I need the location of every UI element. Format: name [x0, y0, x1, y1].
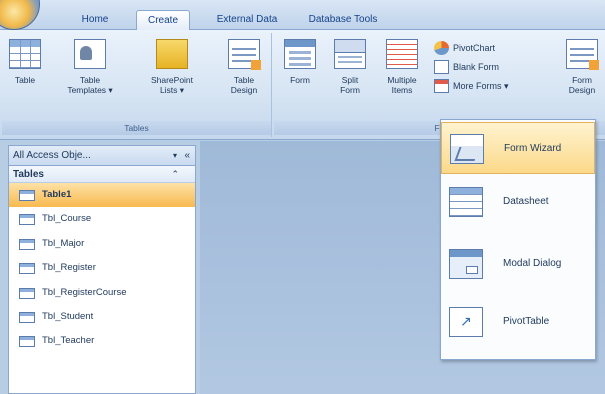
- pivottable-icon: [449, 307, 483, 337]
- split-form-label-2: Form: [340, 85, 360, 95]
- table-icon: [19, 238, 35, 250]
- tab-external-data[interactable]: External Data: [212, 10, 282, 30]
- nav-item-table1[interactable]: Table1: [9, 183, 195, 208]
- nav-item-tbl-student[interactable]: Tbl_Student: [9, 305, 195, 329]
- table-templates-label-1: Table: [79, 75, 101, 85]
- nav-item-label: Tbl_Student: [42, 310, 94, 322]
- table-icon: [19, 336, 35, 348]
- blank-form-button[interactable]: Blank Form: [434, 58, 499, 76]
- nav-item-label: Table1: [42, 189, 72, 200]
- form-button[interactable]: Form: [280, 39, 320, 85]
- nav-pane-header[interactable]: All Access Obje... ▾ «: [9, 146, 195, 166]
- nav-item-label: Tbl_Course: [42, 213, 92, 225]
- table-design-label-1: Table: [233, 75, 255, 85]
- nav-item-tbl-major[interactable]: Tbl_Major: [9, 232, 195, 256]
- menu-item-label: Datasheet: [503, 196, 549, 207]
- table-templates-button[interactable]: Table Templates ▾: [66, 39, 114, 95]
- nav-item-label: Tbl_Teacher: [42, 335, 95, 347]
- pivotchart-button[interactable]: PivotChart: [434, 39, 495, 57]
- form-design-label-2: Design: [568, 85, 596, 95]
- menu-item-modal-dialog[interactable]: Modal Dialog: [441, 238, 595, 290]
- more-forms-menu: Form Wizard Datasheet Modal Dialog Pivot…: [440, 119, 596, 360]
- form-design-label-1: Form: [572, 75, 592, 85]
- sharepoint-lists-label-2: Lists ▾: [159, 85, 185, 95]
- navigation-pane: All Access Obje... ▾ « Tables ⌃ Table1 T…: [8, 145, 196, 394]
- blank-form-label: Blank Form: [453, 62, 500, 72]
- chevron-up-icon[interactable]: ⌃: [171, 166, 179, 183]
- nav-item-tbl-course[interactable]: Tbl_Course: [9, 207, 195, 231]
- tab-database-tools[interactable]: Database Tools: [300, 10, 386, 30]
- blank-form-icon: [434, 60, 449, 74]
- tables-group: Table Table Templates ▾ SharePoint Lists…: [2, 33, 272, 137]
- menu-item-label: Form Wizard: [504, 143, 562, 154]
- more-forms-label: More Forms ▾: [453, 81, 509, 91]
- sharepoint-lists-label-1: SharePoint: [150, 75, 194, 85]
- nav-item-tbl-teacher[interactable]: Tbl_Teacher: [9, 329, 195, 353]
- table-templates-icon: [74, 39, 106, 69]
- menu-item-form-wizard[interactable]: Form Wizard: [441, 122, 595, 174]
- tables-group-label: Tables: [2, 121, 271, 135]
- form-button-label: Form: [290, 75, 310, 85]
- split-form-button[interactable]: Split Form: [330, 39, 370, 95]
- table-icon: [9, 39, 41, 69]
- sharepoint-lists-icon: [156, 39, 188, 69]
- more-forms-button[interactable]: More Forms ▾: [434, 77, 509, 95]
- menu-item-label: PivotTable: [503, 316, 550, 327]
- ribbon-tab-strip: Home Create External Data Database Tools: [0, 0, 605, 31]
- nav-group-title: Tables: [13, 169, 44, 180]
- table-icon: [19, 287, 35, 299]
- table-icon: [19, 190, 35, 201]
- menu-item-pivottable[interactable]: PivotTable: [441, 296, 595, 348]
- table-design-button[interactable]: Table Design: [224, 39, 264, 95]
- tab-create[interactable]: Create: [136, 10, 190, 31]
- nav-group-header[interactable]: Tables ⌃: [9, 166, 195, 183]
- multiple-items-label-2: Items: [391, 85, 413, 95]
- table-icon: [19, 311, 35, 323]
- split-form-label-1: Split: [341, 75, 359, 85]
- table-button[interactable]: Table: [6, 39, 44, 85]
- nav-item-tbl-register[interactable]: Tbl_Register: [9, 256, 195, 280]
- nav-item-label: Tbl_Register: [42, 262, 96, 274]
- table-design-label-2: Design: [230, 85, 258, 95]
- pivotchart-label: PivotChart: [453, 43, 496, 53]
- table-icon: [19, 214, 35, 226]
- form-design-button[interactable]: Form Design: [562, 39, 602, 95]
- nav-item-tbl-registercourse[interactable]: Tbl_RegisterCourse: [9, 281, 195, 305]
- modal-dialog-icon: [449, 249, 483, 279]
- table-design-icon: [228, 39, 261, 70]
- multiple-items-icon: [386, 39, 418, 69]
- multiple-items-button[interactable]: Multiple Items: [380, 39, 424, 95]
- office-button-icon[interactable]: [0, 0, 40, 30]
- table-icon: [19, 263, 35, 275]
- tab-home[interactable]: Home: [70, 10, 120, 30]
- nav-item-label: Tbl_RegisterCourse: [42, 286, 127, 298]
- table-templates-label-2: Templates ▾: [67, 85, 113, 95]
- form-wizard-icon: [450, 134, 484, 164]
- form-icon: [284, 39, 316, 69]
- table-button-label: Table: [14, 75, 36, 85]
- pivotchart-icon: [434, 41, 449, 55]
- more-forms-icon: [434, 79, 449, 93]
- sharepoint-lists-button[interactable]: SharePoint Lists ▾: [148, 39, 196, 95]
- menu-item-label: Modal Dialog: [503, 258, 562, 269]
- nav-pane-title: All Access Obje...: [13, 150, 91, 161]
- nav-item-label: Tbl_Major: [42, 237, 85, 249]
- chevron-down-icon[interactable]: ▾: [173, 146, 177, 166]
- form-design-icon: [566, 39, 599, 70]
- datasheet-icon: [449, 187, 483, 217]
- split-form-icon: [334, 39, 366, 69]
- multiple-items-label-1: Multiple: [387, 75, 417, 85]
- shutter-bar-icon[interactable]: «: [184, 146, 190, 166]
- menu-item-datasheet[interactable]: Datasheet: [441, 176, 595, 228]
